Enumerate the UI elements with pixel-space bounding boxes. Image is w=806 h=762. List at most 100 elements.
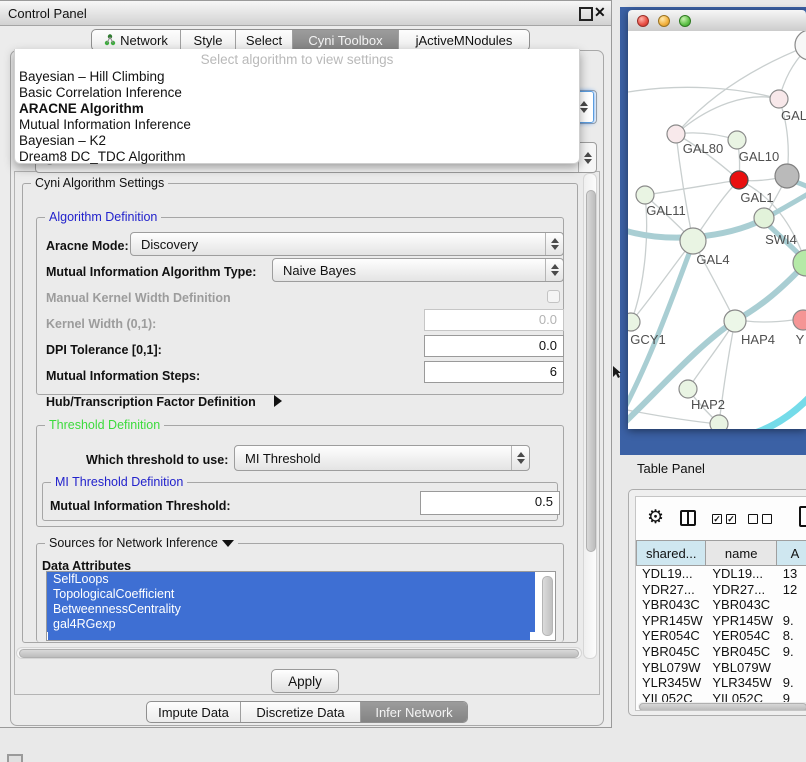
tab-discretize-data[interactable]: Discretize Data [241,702,361,722]
table-row[interactable]: YER054CYER054C8. [636,628,806,644]
combobox-stepper[interactable] [578,143,596,172]
mi-steps-field[interactable]: 6 [424,361,564,383]
kernel-width-field[interactable]: 0.0 [424,309,564,331]
network-edge[interactable] [631,241,693,322]
tab-impute-data[interactable]: Impute Data [147,702,241,722]
network-edge[interactable] [746,320,793,322]
settings-vertical-scrollbar-thumb[interactable] [586,190,596,552]
settings-horizontal-scrollbar-thumb[interactable] [19,649,579,658]
gear-icon[interactable]: ⚙ [647,508,664,527]
close-icon[interactable]: ✕ [594,4,606,21]
close-traffic-light[interactable] [637,15,649,27]
combobox-stepper[interactable] [545,259,563,281]
network-node-hap4[interactable] [724,310,746,332]
algorithm-option-dream8-dc-tdc-algorithm[interactable]: Dream8 DC_TDC Algorithm [15,149,579,165]
table-container: ⚙ ✓✓ shared...nameA YDL19...YDL19...13YD… [635,496,806,711]
table-cell: 9. [777,644,806,660]
network-node[interactable] [710,415,728,429]
network-edge[interactable] [631,195,647,322]
column-header-shared-[interactable]: shared... [636,540,706,566]
tab-cyni-toolbox[interactable]: Cyni Toolbox [293,30,399,50]
algorithm-dropdown-list: Bayesian – Hill ClimbingBasic Correlatio… [15,69,579,165]
mi-algorithm-type-combobox[interactable]: Naive Bayes [272,258,564,282]
attribute-item-betweennesscentrality[interactable]: BetweennessCentrality [47,602,535,617]
hub-definition-label[interactable]: Hub/Transcription Factor Definition [46,395,256,409]
document-icon[interactable] [799,506,806,527]
attributes-scrollbar-thumb[interactable] [542,576,553,636]
table-horizontal-scrollbar-thumb[interactable] [639,703,806,711]
network-node-hap2[interactable] [679,380,697,398]
table-row[interactable]: YDR27...YDR27...12 [636,582,806,598]
manual-kernel-width-checkbox[interactable] [547,290,560,303]
deselect-all-columns-icon[interactable] [748,514,772,524]
table-row[interactable]: YDL19...YDL19...13 [636,566,806,582]
data-attributes-list[interactable]: SelfLoopsTopologicalCoefficientBetweenne… [46,571,556,641]
tab-jactivemnodules[interactable]: jActiveMNodules [399,30,529,50]
table-panel-title: Table Panel [637,461,705,476]
network-edge[interactable] [752,383,806,429]
table-row[interactable]: YBL079WYBL079W [636,660,806,676]
collapse-down-icon[interactable] [222,540,234,547]
table-row[interactable]: YLR345WYLR345W9. [636,675,806,691]
table-row[interactable]: YPR145WYPR145W9. [636,613,806,629]
mi-threshold-field[interactable]: 0.5 [420,491,560,515]
network-node-gal[interactable] [770,90,788,108]
tab-label: Impute Data [158,705,229,720]
network-node[interactable] [775,164,799,188]
aracne-mode-combobox[interactable]: Discovery [130,232,564,256]
algorithm-option-bayesian-k2[interactable]: Bayesian – K2 [15,133,579,149]
kernel-width-label: Kernel Width (0,1): [46,317,156,331]
network-node-swi4[interactable] [754,208,774,228]
network-edge[interactable] [735,263,806,321]
node-label: GAL4 [696,252,729,267]
combobox-stepper[interactable] [545,233,563,255]
apply-button[interactable]: Apply [271,669,339,693]
attribute-item-selfloops[interactable]: SelfLoops [47,572,535,587]
settings-horizontal-scrollbar[interactable] [16,647,582,659]
minimized-panel-icon[interactable] [7,754,23,762]
algorithm-option-basic-correlation-inference[interactable]: Basic Correlation Inference [15,85,579,101]
zoom-traffic-light[interactable] [679,15,691,27]
columns-icon[interactable] [680,510,696,526]
table-row[interactable]: YBR043CYBR043C [636,597,806,613]
algorithm-option-mutual-information-inference[interactable]: Mutual Information Inference [15,117,579,133]
tab-select[interactable]: Select [236,30,293,50]
column-header-a[interactable]: A [777,540,806,566]
float-window-icon[interactable] [579,7,593,21]
table-horizontal-scrollbar[interactable] [638,702,806,711]
select-all-columns-icon[interactable]: ✓✓ [712,514,736,524]
minimize-traffic-light[interactable] [658,15,670,27]
node-label: GAL80 [683,141,723,156]
mi-algorithm-type-label: Mutual Information Algorithm Type: [46,265,256,279]
network-node-gal4[interactable] [680,228,706,254]
combobox-stepper[interactable] [511,446,529,470]
network-node-gal1[interactable] [730,171,748,189]
network-canvas[interactable]: GALGAL80GAL10GAL1GAL11SWI4GAL4GCY1HAP4YH… [628,31,806,429]
dpi-tolerance-field[interactable]: 0.0 [424,335,564,357]
list-item-partial[interactable] [48,632,530,641]
network-edge[interactable] [645,180,739,195]
algorithm-option-bayesian-hill-climbing[interactable]: Bayesian – Hill Climbing [15,69,579,85]
network-node[interactable] [795,31,806,60]
attribute-item-topologicalcoefficient[interactable]: TopologicalCoefficient [47,587,535,602]
table-panel: ⚙ ✓✓ shared...nameA YDL19...YDL19...13YD… [628,489,806,716]
which-threshold-combobox[interactable]: MI Threshold [234,445,530,471]
network-node-gal10[interactable] [728,131,746,149]
tab-network[interactable]: Network [92,30,181,50]
control-panel-tabs: NetworkStyle Select Cyni ToolboxjActiveMNo… [91,29,530,51]
algorithm-option-aracne-algorithm[interactable]: ARACNE Algorithm [15,101,579,117]
tab-style[interactable]: Style [181,30,236,50]
table-row[interactable]: YBR045CYBR045C9. [636,644,806,660]
network-node-gcy1[interactable] [628,313,640,331]
network-edge[interactable] [676,97,779,134]
network-window-titlebar[interactable] [628,10,806,32]
network-node-y[interactable] [793,310,806,330]
table-cell: YDL19... [706,566,776,582]
expand-right-icon[interactable] [274,395,282,407]
attribute-item-gal4rgexp[interactable]: gal4RGexp [47,617,535,632]
tab-infer-network[interactable]: Infer Network [361,702,467,722]
network-node-gal11[interactable] [636,186,654,204]
tab-label: Select [246,33,282,48]
column-header-name[interactable]: name [706,540,776,566]
settings-vertical-scrollbar[interactable] [583,173,597,659]
